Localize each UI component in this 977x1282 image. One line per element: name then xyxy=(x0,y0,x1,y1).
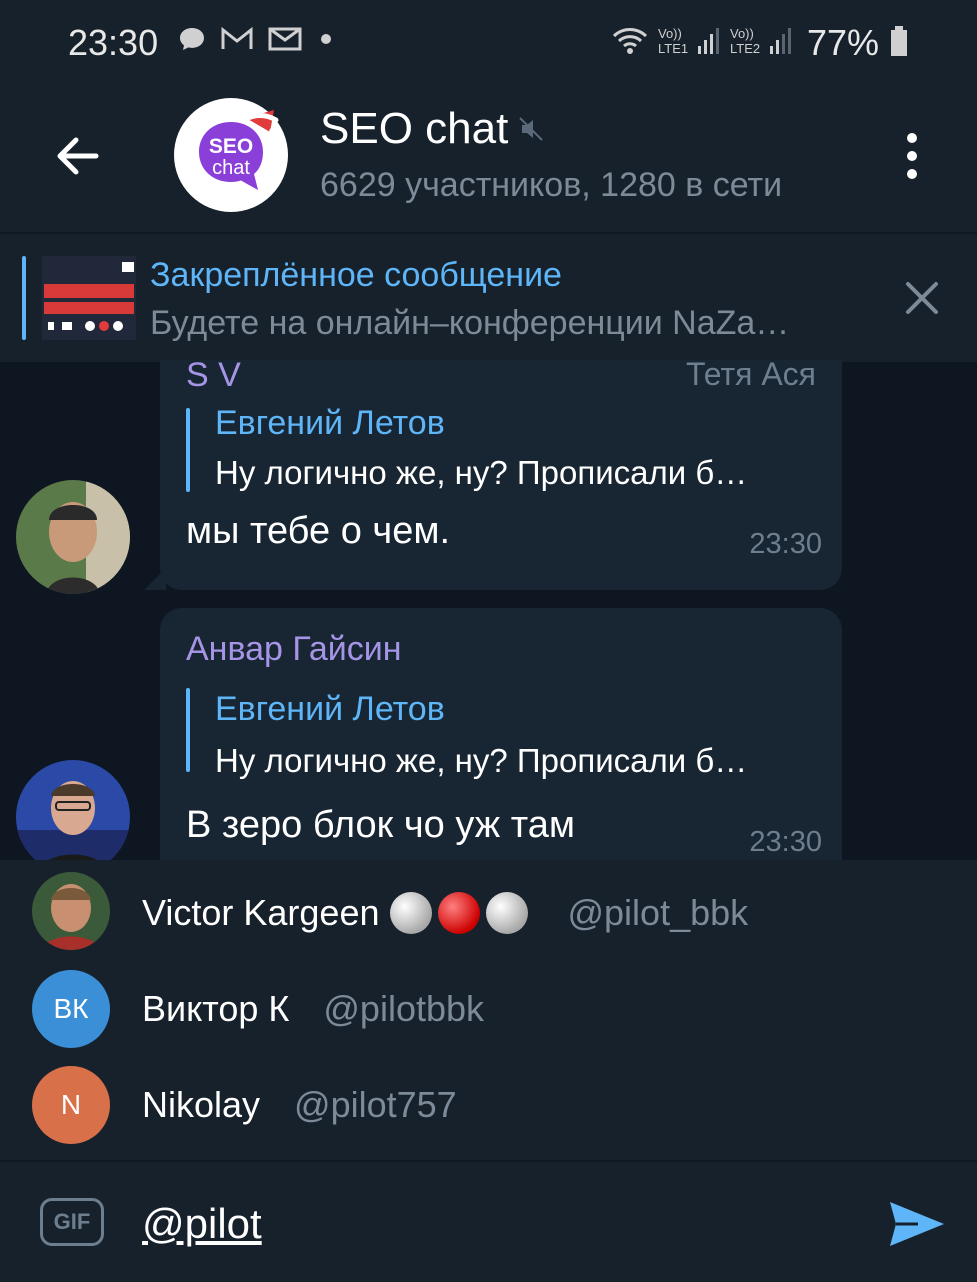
message-list[interactable]: S V Тетя Ася Евгений Летов Ну логично же… xyxy=(0,360,977,860)
message-bubble[interactable]: Анвар Гайсин Евгений Летов Ну логично же… xyxy=(160,608,842,860)
wifi-icon xyxy=(612,28,648,54)
dot-icon xyxy=(321,34,331,44)
message-sender[interactable]: Анвар Гайсин xyxy=(186,630,402,669)
gmail-icon xyxy=(221,26,253,49)
message-text: мы тебе о чем. xyxy=(186,510,451,552)
mention-item[interactable]: N Nikolay @pilot757 xyxy=(0,1058,977,1154)
mention-name: Nikolay xyxy=(142,1084,261,1125)
avatar xyxy=(32,872,110,950)
pinned-text: Будете на онлайн–конференции NaZa… xyxy=(150,304,790,342)
status-bar: 23:30 Vo)) LTE1 Vo)) LTE2 77% xyxy=(0,0,977,80)
message-time: 23:30 xyxy=(749,528,822,560)
more-vert-icon[interactable] xyxy=(892,128,932,184)
chat-subtitle: 6629 участников, 1280 в сети xyxy=(320,166,783,204)
message-input[interactable]: @pilot xyxy=(142,1200,262,1248)
sender-title: Тетя Ася xyxy=(685,360,816,392)
mention-suggestions: Victor Kargeen @pilot_bbk ВК Виктор К @p… xyxy=(0,860,977,1160)
pinned-thumbnail xyxy=(42,256,136,340)
battery-percent: 77% xyxy=(806,22,879,63)
lte1-signal-icon: Vo))LTE1 xyxy=(658,26,719,56)
svg-text:Vo)): Vo)) xyxy=(658,26,682,41)
mention-username: @pilotbbk xyxy=(323,988,485,1029)
message-sender[interactable]: S V xyxy=(186,360,241,395)
pinned-indicator-bar xyxy=(22,256,26,340)
chat-avatar[interactable]: SEO chat xyxy=(174,98,288,212)
avatar: N xyxy=(32,1066,110,1144)
pinned-message[interactable]: Закреплённое сообщение Будете на онлайн–… xyxy=(0,232,977,362)
back-arrow-icon[interactable] xyxy=(48,128,104,184)
svg-text:LTE2: LTE2 xyxy=(730,41,760,56)
gif-button[interactable]: GIF xyxy=(40,1198,104,1246)
lte2-signal-icon: Vo))LTE2 xyxy=(730,26,791,56)
reply-text[interactable]: Ну логично же, ну? Прописали б… xyxy=(215,742,747,780)
battery-icon xyxy=(891,26,907,56)
chat-title-row[interactable]: SEO chat xyxy=(320,104,544,154)
mention-username: @pilot757 xyxy=(294,1084,457,1125)
mention-name: Victor Kargeen xyxy=(142,892,380,933)
mail-icon xyxy=(268,27,302,51)
avatar[interactable] xyxy=(16,760,130,860)
svg-text:chat: chat xyxy=(212,157,250,179)
mention-name: Виктор К xyxy=(142,988,290,1029)
status-time: 23:30 xyxy=(68,22,159,63)
reply-author[interactable]: Евгений Летов xyxy=(215,690,445,729)
chat-bubble-icon xyxy=(180,28,204,50)
close-icon[interactable] xyxy=(900,276,944,320)
mention-item[interactable]: Victor Kargeen @pilot_bbk xyxy=(0,864,977,960)
message-input-bar: GIF @pilot xyxy=(0,1160,977,1282)
message-time: 23:30 xyxy=(749,826,822,858)
avatar[interactable] xyxy=(16,480,130,594)
reply-author[interactable]: Евгений Летов xyxy=(215,404,445,443)
seo-chat-logo: SEO chat xyxy=(199,110,279,190)
balls-emoji-icon xyxy=(390,892,529,934)
message-text: В зеро блок чо уж там xyxy=(186,804,575,846)
send-icon[interactable] xyxy=(886,1198,946,1250)
svg-text:Vo)): Vo)) xyxy=(730,26,754,41)
svg-text:LTE1: LTE1 xyxy=(658,41,688,56)
pinned-title: Закреплённое сообщение xyxy=(150,256,562,294)
message-bubble[interactable]: S V Тетя Ася Евгений Летов Ну логично же… xyxy=(160,360,842,590)
mention-item[interactable]: ВК Виктор К @pilotbbk xyxy=(0,962,977,1058)
reply-text[interactable]: Ну логично же, ну? Прописали б… xyxy=(215,454,747,492)
mention-username: @pilot_bbk xyxy=(567,892,749,933)
avatar: ВК xyxy=(32,970,110,1048)
reply-bar xyxy=(186,408,190,492)
chat-header: SEO chat SEO chat 6629 участников, 1280 … xyxy=(0,80,977,232)
reply-bar xyxy=(186,688,190,772)
svg-text:SEO: SEO xyxy=(209,135,253,158)
chat-title: SEO chat xyxy=(320,104,509,153)
muted-icon xyxy=(519,117,544,141)
